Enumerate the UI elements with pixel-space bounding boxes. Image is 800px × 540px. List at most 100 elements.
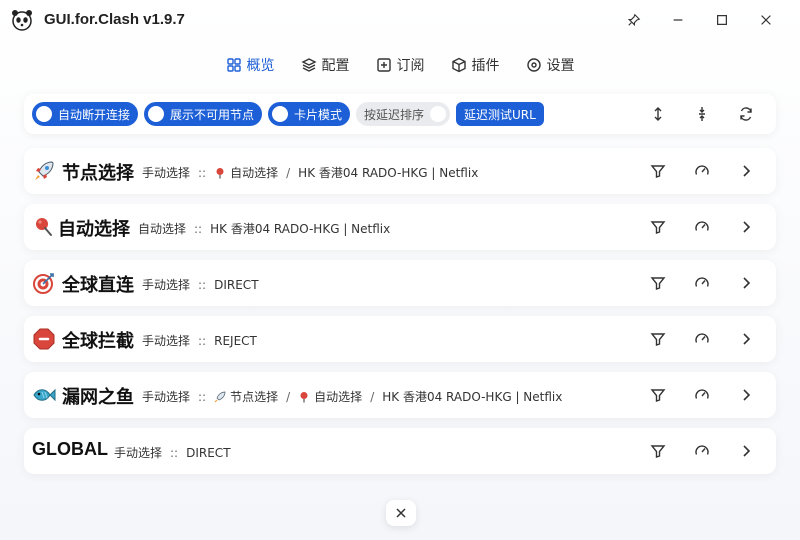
expand-all-button[interactable] [648,104,668,124]
group-card-global-direct[interactable]: 全球直连 手动选择 :: DIRECT [24,260,776,306]
filter-button[interactable] [648,161,668,181]
close-panel-button[interactable] [386,500,416,526]
path-segment: 手动选择 [142,334,191,348]
path-separator: :: [198,389,207,404]
path-segment: 自动选择 [230,166,279,180]
tab-overview[interactable]: 概览 [226,52,275,78]
path-segment: 自动选择 [314,390,363,404]
path-separator: :: [198,333,207,348]
main-nav: 概览 配置 订阅 插件 设置 [0,52,800,78]
collapse-all-button[interactable] [692,104,712,124]
filter-icon [650,389,666,402]
sort-by-latency-switch[interactable]: 按延迟排序 [356,102,451,126]
close-icon [761,15,771,25]
close-icon [396,508,406,518]
gear-icon [526,58,541,72]
group-path: 手动选择 :: 自动选择 / HK 香港04 RADO-HKG | Netfli… [142,164,478,181]
group-card-global[interactable]: GLOBAL 手动选择 :: DIRECT [24,428,776,474]
group-path: 手动选择 :: REJECT [142,332,257,349]
path-separator: :: [198,277,207,292]
path-separator: / [286,165,291,180]
pin-icon [36,218,52,236]
group-card-auto-select[interactable]: 自动选择 自动选择 :: HK 香港04 RADO-HKG | Netflix [24,204,776,250]
pin-icon [627,13,641,27]
filter-button[interactable] [648,217,668,237]
latency-test-button[interactable] [692,273,712,293]
rocket-icon [35,161,54,180]
speedometer-icon [695,445,709,455]
stop-sign-icon [33,328,55,350]
chevron-right-icon [743,333,751,345]
expand-group-button[interactable] [736,273,756,293]
close-window-button[interactable] [752,8,780,32]
path-segment: HK 香港04 RADO-HKG | Netflix [298,166,479,180]
minimize-button[interactable] [664,8,692,32]
expand-group-button[interactable] [736,329,756,349]
filter-icon [650,221,666,234]
path-segment: 手动选择 [142,390,191,404]
speedometer-icon [695,333,709,343]
expand-group-button[interactable] [736,385,756,405]
path-segment: 手动选择 [142,166,191,180]
refresh-button[interactable] [736,104,756,124]
tab-profiles[interactable]: 配置 [300,52,350,78]
latency-test-button[interactable] [692,217,712,237]
group-path: 手动选择 :: DIRECT [114,444,231,461]
fish-icon [33,388,56,402]
path-segment: 手动选择 [142,278,191,292]
latency-test-button[interactable] [692,329,712,349]
cube-icon [451,57,466,73]
path-segment: REJECT [214,333,257,348]
chevron-right-icon [743,445,751,457]
tab-subscriptions[interactable]: 订阅 [376,52,425,78]
pin-window-button[interactable] [620,8,648,32]
path-segment: DIRECT [214,277,259,292]
filter-button[interactable] [648,329,668,349]
path-segment: 节点选择 [230,390,279,404]
latency-test-button[interactable] [692,385,712,405]
overview-toolbar: 自动断开连接 展示不可用节点 卡片模式 按延迟排序 延迟测试URL [24,94,776,134]
chevron-right-icon [743,221,751,233]
filter-icon [650,277,666,290]
collapse-vertical-icon [699,107,705,121]
tab-plugins[interactable]: 插件 [451,52,500,78]
group-path: 自动选择 :: HK 香港04 RADO-HKG | Netflix [138,220,390,237]
tab-label: 订阅 [396,58,425,74]
group-name: 全球直连 [62,275,134,296]
expand-group-button[interactable] [736,161,756,181]
tab-label: 配置 [321,58,350,74]
tab-label: 设置 [546,58,575,74]
chevron-right-icon [743,165,751,177]
filter-button[interactable] [648,441,668,461]
group-name: 漏网之鱼 [62,387,134,408]
path-segment: HK 香港04 RADO-HKG | Netflix [210,222,391,236]
path-segment: 自动选择 [138,222,187,236]
chevron-right-icon [743,389,751,401]
filter-button[interactable] [648,273,668,293]
title-bar: GUI.for.Clash v1.9.7 [0,0,800,40]
latency-test-url-button[interactable]: 延迟测试URL [456,102,544,126]
show-unavailable-switch[interactable]: 展示不可用节点 [144,102,263,126]
group-card-final[interactable]: 漏网之鱼 手动选择 :: 节点选择 / 自动选择 / HK 香港04 RADO-… [24,372,776,418]
speedometer-icon [695,277,709,287]
filter-button[interactable] [648,385,668,405]
app-title: GUI.for.Clash v1.9.7 [44,11,185,28]
group-card-proxy-select[interactable]: 节点选择 手动选择 :: 自动选择 / HK 香港04 RADO-HKG | N… [24,148,776,194]
group-card-global-reject[interactable]: 全球拦截 手动选择 :: REJECT [24,316,776,362]
maximize-button[interactable] [708,8,736,32]
group-name: 自动选择 [58,219,130,240]
latency-test-button[interactable] [692,441,712,461]
tab-settings[interactable]: 设置 [526,52,575,78]
latency-test-button[interactable] [692,161,712,181]
path-separator: / [370,389,375,404]
filter-icon [650,165,666,178]
expand-group-button[interactable] [736,441,756,461]
group-path: 手动选择 :: 节点选择 / 自动选择 / HK 香港04 RADO-HKG |… [142,388,562,405]
path-segment: DIRECT [186,445,231,460]
tab-label: 概览 [246,58,275,74]
auto-disconnect-switch[interactable]: 自动断开连接 [32,102,139,126]
card-mode-switch[interactable]: 卡片模式 [268,102,351,126]
expand-group-button[interactable] [736,217,756,237]
minimize-icon [673,19,683,21]
group-name: GLOBAL [32,439,108,459]
